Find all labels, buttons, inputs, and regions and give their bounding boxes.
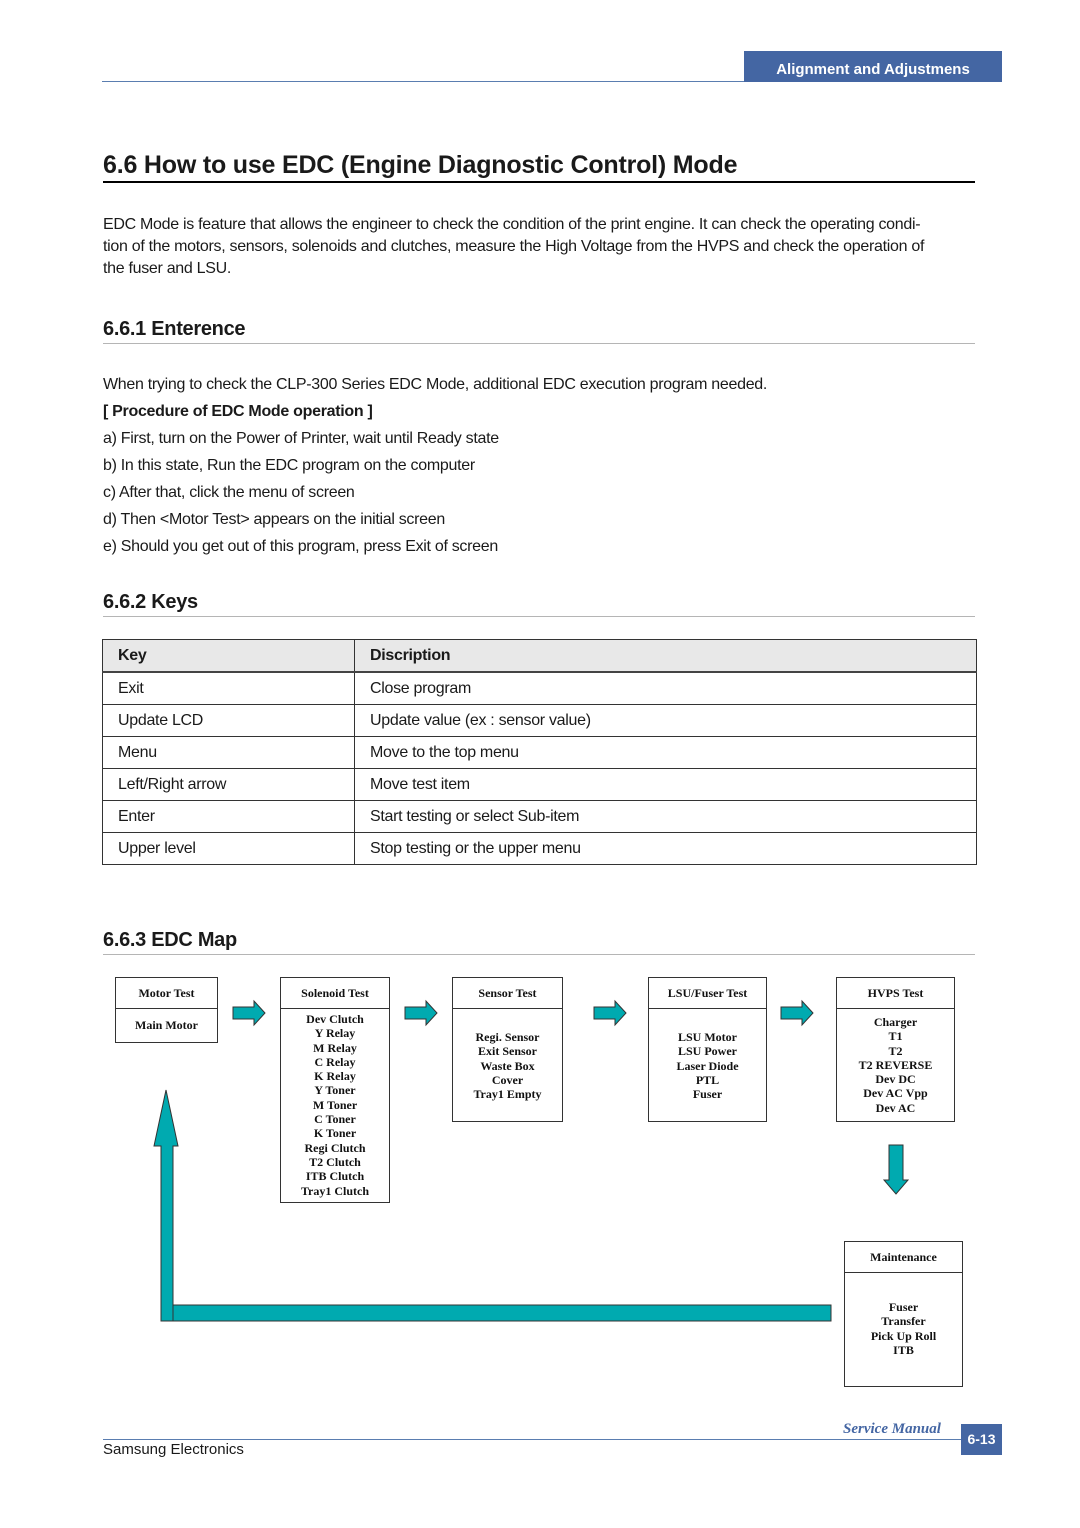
box-item: Main Motor <box>135 1018 198 1032</box>
box-item: Dev Clutch <box>306 1012 364 1026</box>
edc-box-motor-test: Motor Test Main Motor <box>115 977 218 1043</box>
box-item: Laser Diode <box>676 1058 739 1073</box>
edc-box-hvps-test: HVPS Test Charger T1 T2 T2 REVERSE Dev DC Dev… <box>836 977 955 1122</box>
box-item: Regi. Sensor <box>475 1030 540 1044</box>
box-title: LSU/Fuser Test <box>649 978 766 1009</box>
box-item: Cover <box>491 1072 524 1087</box>
edc-box-maintenance: Maintenance Fuser Transfer Pick Up Roll ITB <box>844 1241 963 1387</box>
footer-manual-label: Service Manual <box>843 1421 941 1437</box>
box-item: Tray1 Clutch <box>300 1183 370 1198</box>
box-item: T1 <box>888 1029 903 1044</box>
box-item: M Relay <box>313 1040 357 1055</box>
footer-rule <box>103 1439 963 1440</box>
box-item: Tray1 Empty <box>473 1087 542 1102</box>
box-item: Fuser <box>692 1087 723 1102</box>
arrow-up-icon <box>153 1089 179 1322</box>
arrow-right-icon <box>404 999 438 1027</box>
edc-box-sensor-test: Sensor Test Regi. Sensor Exit Sensor Waste… <box>452 977 563 1122</box>
box-item: ITB <box>893 1342 914 1357</box>
box-item: Y Relay <box>314 1026 356 1041</box>
box-item: C Toner <box>314 1112 356 1127</box>
edc-box-solenoid-test: Solenoid Test Dev Clutch Y Relay M Relay C … <box>280 977 390 1203</box>
box-item: Dev AC <box>875 1100 916 1115</box>
box-title: HVPS Test <box>837 978 954 1009</box>
box-item: T2 REVERSE <box>858 1057 933 1072</box>
return-connector-horizontal <box>172 1304 832 1322</box>
arrow-right-icon <box>232 999 266 1027</box>
box-item: Exit Sensor <box>477 1044 537 1059</box>
footer-company: Samsung Electronics <box>103 1441 244 1458</box>
box-item: Dev AC Vpp <box>863 1086 928 1101</box>
box-item: Y Toner <box>314 1083 356 1098</box>
arrow-down-icon <box>882 1144 910 1195</box>
edc-box-lsu-fuser-test: LSU/Fuser Test LSU Motor LSU Power Laser D… <box>648 977 767 1122</box>
box-item: T2 Clutch <box>309 1154 361 1169</box>
box-title: Maintenance <box>845 1242 962 1273</box>
box-item: Regi Clutch <box>304 1140 366 1155</box>
box-item: K Toner <box>313 1126 357 1141</box>
box-item: ITB Clutch <box>305 1169 365 1184</box>
box-title: Solenoid Test <box>281 978 389 1009</box>
box-item: Fuser <box>888 1300 919 1314</box>
box-title: Sensor Test <box>453 978 562 1009</box>
box-item: Charger <box>873 1015 918 1029</box>
box-item: Dev DC <box>875 1072 916 1087</box>
box-item: M Toner <box>312 1097 358 1112</box>
box-item: C Relay <box>314 1054 356 1069</box>
arrow-right-icon <box>593 999 627 1027</box>
box-item: LSU Power <box>678 1044 737 1059</box>
arrow-right-icon <box>780 999 814 1027</box>
box-item: Waste Box <box>480 1058 535 1073</box>
box-item: PTL <box>695 1072 720 1087</box>
box-item: T2 <box>888 1043 903 1058</box>
box-item: K Relay <box>314 1069 356 1084</box>
box-item: Transfer <box>881 1314 926 1329</box>
box-title: Motor Test <box>116 978 217 1009</box>
box-item: Pick Up Roll <box>870 1328 937 1343</box>
box-item: LSU Motor <box>678 1030 737 1044</box>
page-number: 6-13 <box>961 1424 1002 1455</box>
